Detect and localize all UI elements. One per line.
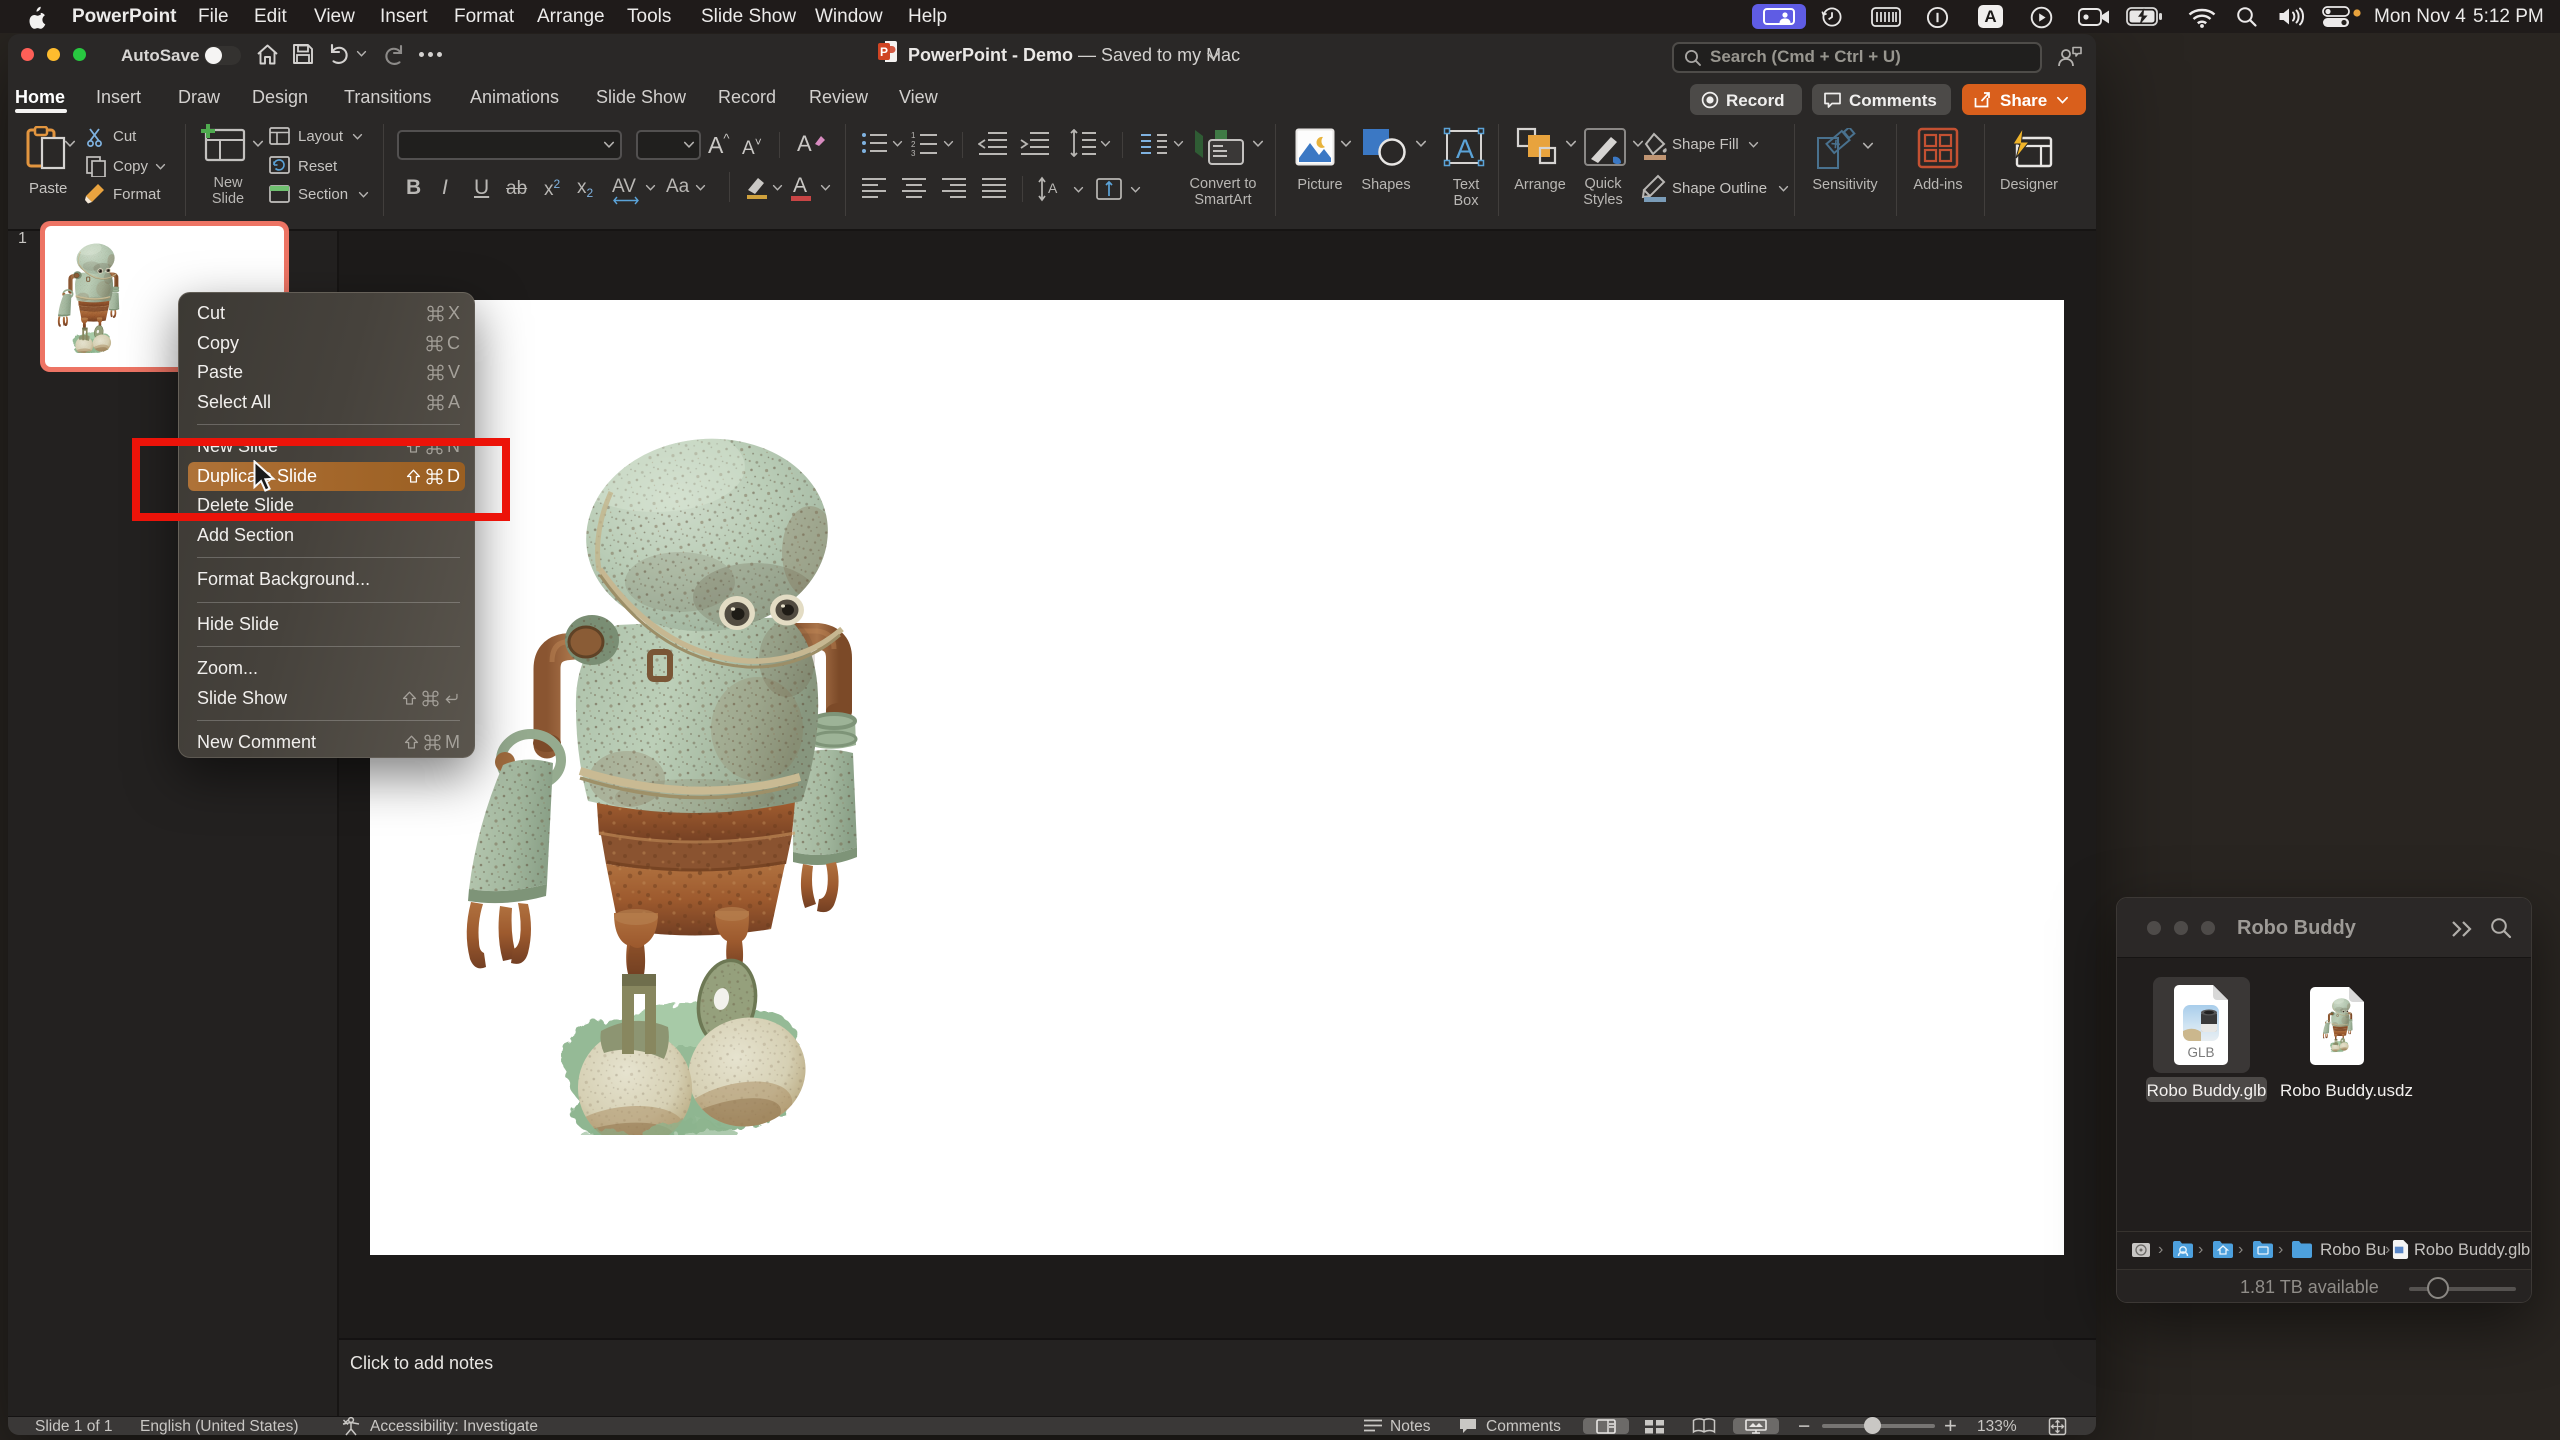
svg-text:A: A — [1048, 180, 1058, 196]
svg-text:GLB: GLB — [2187, 1045, 2214, 1060]
svg-text:1: 1 — [911, 131, 916, 140]
svg-text:2: 2 — [911, 140, 916, 149]
svg-text:3: 3 — [911, 149, 916, 156]
svg-text:P: P — [880, 45, 888, 59]
svg-text:A: A — [1456, 134, 1474, 164]
